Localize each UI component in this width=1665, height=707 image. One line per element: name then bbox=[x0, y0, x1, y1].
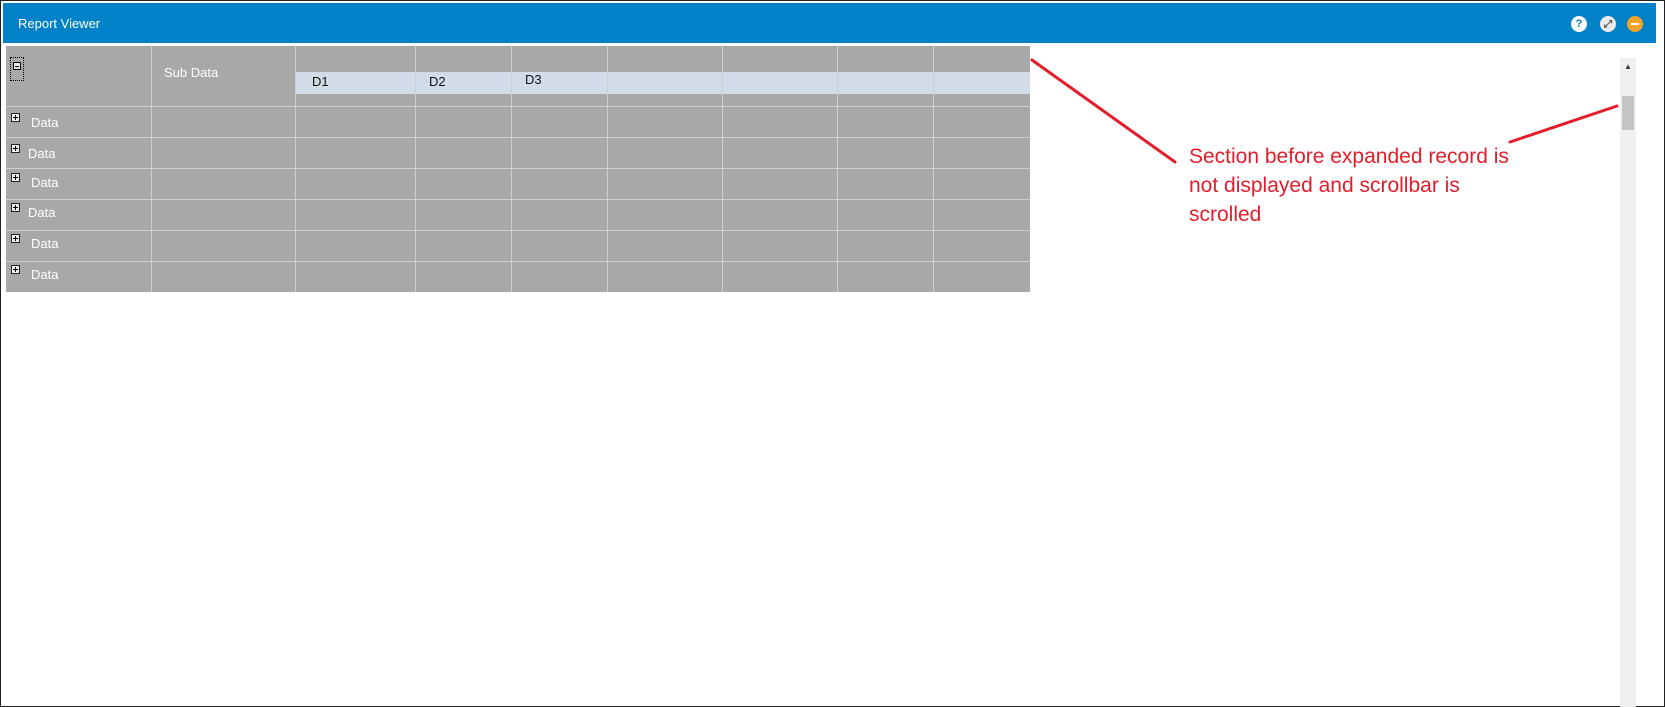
annotation-note: Section before expanded record is not di… bbox=[1189, 145, 1509, 226]
annotation-arrows bbox=[1030, 58, 1619, 164]
annotation-arrow-scrollbar bbox=[1508, 104, 1619, 144]
annotation-arrow-grid bbox=[1030, 58, 1177, 164]
